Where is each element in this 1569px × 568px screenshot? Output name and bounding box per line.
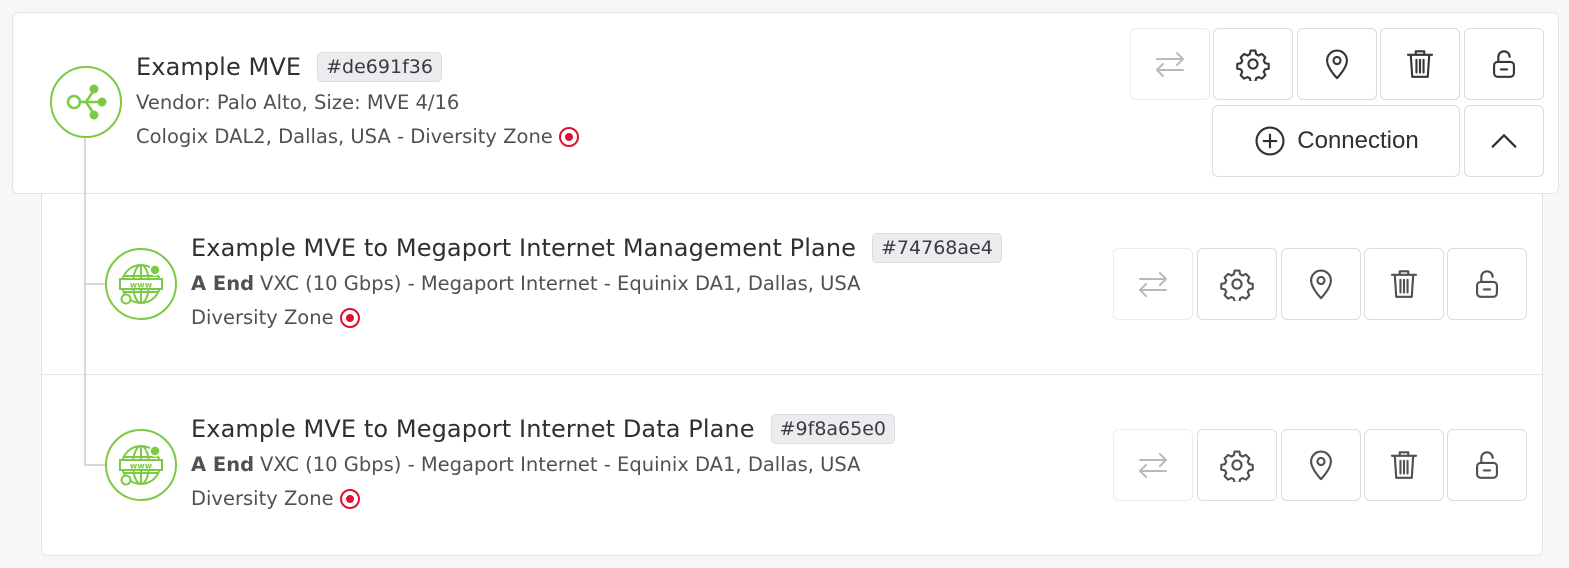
delete-button[interactable] xyxy=(1364,248,1444,320)
connection-details-line: A End VXC (10 Gbps) - Megaport Internet … xyxy=(191,272,860,295)
connection-diversity-line: Diversity Zone xyxy=(191,306,360,329)
unlock-icon xyxy=(1493,50,1515,78)
lock-button[interactable] xyxy=(1464,28,1544,100)
location-button[interactable] xyxy=(1281,429,1361,501)
mve-vendor-line: Vendor: Palo Alto, Size: MVE 4/16 xyxy=(136,91,459,114)
move-button[interactable] xyxy=(1113,429,1193,501)
delete-button[interactable] xyxy=(1364,429,1444,501)
lock-button[interactable] xyxy=(1447,429,1527,501)
lock-button[interactable] xyxy=(1447,248,1527,320)
plus-circle-icon xyxy=(1255,126,1285,156)
mve-location-line: Cologix DAL2, Dallas, USA - Diversity Zo… xyxy=(136,125,579,148)
mve-vendor-text: Vendor: Palo Alto, Size: MVE 4/16 xyxy=(136,91,460,114)
connection-details-text: VXC (10 Gbps) - Megaport Internet - Equi… xyxy=(260,453,861,476)
settings-button[interactable] xyxy=(1213,28,1293,100)
svg-text:www: www xyxy=(130,281,153,290)
trash-icon xyxy=(1390,270,1418,298)
connection-title-row: Example MVE to Megaport Internet Managem… xyxy=(191,233,1002,263)
settings-button[interactable] xyxy=(1197,429,1277,501)
trash-icon xyxy=(1406,50,1434,78)
add-connection-button[interactable]: Connection xyxy=(1212,105,1460,177)
tree-connector-vertical xyxy=(84,138,86,466)
gear-icon xyxy=(1236,49,1270,81)
connection-details-line: A End VXC (10 Gbps) - Megaport Internet … xyxy=(191,453,860,476)
delete-button[interactable] xyxy=(1380,28,1460,100)
mve-title-row: Example MVE #de691f36 xyxy=(136,52,442,82)
diversity-zone-icon xyxy=(558,126,579,147)
swap-arrows-icon xyxy=(1156,52,1184,77)
connection-title[interactable]: Example MVE to Megaport Internet Data Pl… xyxy=(191,415,755,443)
unlock-icon xyxy=(1476,451,1498,479)
swap-arrows-icon xyxy=(1139,272,1167,297)
location-button[interactable] xyxy=(1281,248,1361,320)
a-end-label: A End xyxy=(191,453,255,476)
location-button[interactable] xyxy=(1297,28,1377,100)
svg-text:www: www xyxy=(130,462,153,471)
connection-uid-badge: #9f8a65e0 xyxy=(770,414,896,444)
add-connection-label: Connection xyxy=(1297,127,1419,154)
location-pin-icon xyxy=(1310,269,1332,300)
diversity-zone-label: Diversity Zone xyxy=(191,306,334,329)
mve-branch-icon xyxy=(50,66,122,138)
internet-globe-icon: www xyxy=(105,429,177,501)
connection-diversity-line: Diversity Zone xyxy=(191,487,360,510)
gear-icon xyxy=(1220,269,1254,301)
trash-icon xyxy=(1390,451,1418,479)
connection-title[interactable]: Example MVE to Megaport Internet Managem… xyxy=(191,234,856,262)
internet-globe-icon: www xyxy=(105,248,177,320)
diversity-zone-icon xyxy=(339,307,360,328)
collapse-button[interactable] xyxy=(1464,105,1544,177)
move-button[interactable] xyxy=(1113,248,1193,320)
chevron-up-icon xyxy=(1491,134,1517,148)
mve-location-text: Cologix DAL2, Dallas, USA - Diversity Zo… xyxy=(136,125,553,148)
location-pin-icon xyxy=(1310,450,1332,481)
swap-arrows-icon xyxy=(1139,453,1167,478)
location-pin-icon xyxy=(1326,49,1348,80)
mve-title[interactable]: Example MVE xyxy=(136,53,301,81)
mve-uid-badge: #de691f36 xyxy=(317,52,442,82)
gear-icon xyxy=(1220,450,1254,482)
connection-title-row: Example MVE to Megaport Internet Data Pl… xyxy=(191,414,896,444)
a-end-label: A End xyxy=(191,272,255,295)
unlock-icon xyxy=(1476,270,1498,298)
connection-details-text: VXC (10 Gbps) - Megaport Internet - Equi… xyxy=(260,272,861,295)
diversity-zone-label: Diversity Zone xyxy=(191,487,334,510)
connection-divider xyxy=(41,374,1543,375)
settings-button[interactable] xyxy=(1197,248,1277,320)
diversity-zone-icon xyxy=(339,488,360,509)
connection-uid-badge: #74768ae4 xyxy=(872,233,1002,263)
move-button[interactable] xyxy=(1130,28,1210,100)
